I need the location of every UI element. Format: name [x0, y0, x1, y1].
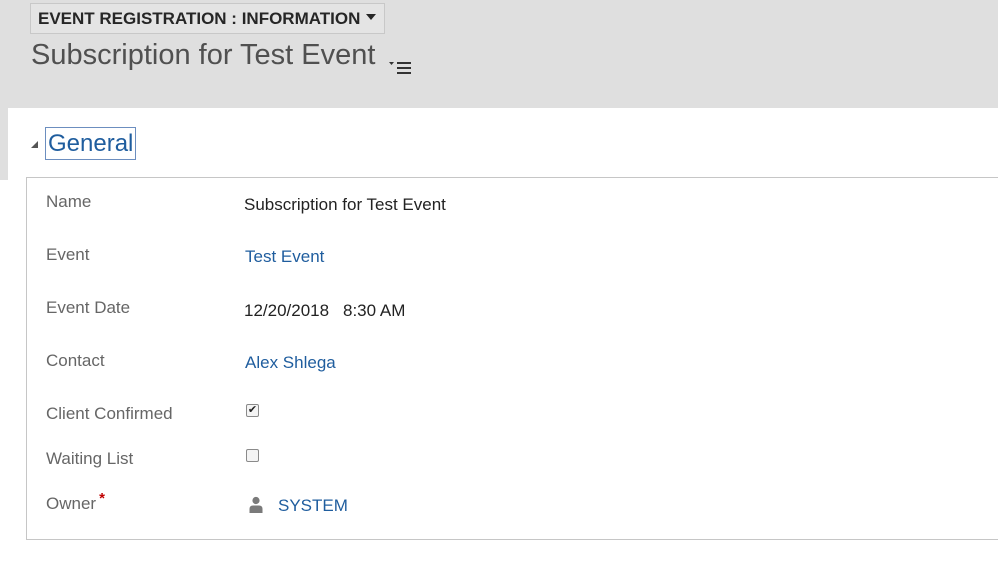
client-confirmed-checkbox[interactable]: ✔ — [246, 404, 259, 417]
field-value-event-time[interactable]: 8:30 AM — [343, 301, 405, 321]
field-label-client-confirmed: Client Confirmed — [46, 404, 173, 423]
form-selector-label: EVENT REGISTRATION : INFORMATION — [38, 8, 361, 28]
section-title-general[interactable]: General — [45, 127, 137, 160]
field-label-owner: Owner * — [46, 490, 105, 514]
user-icon — [249, 496, 263, 513]
form-selector[interactable]: EVENT REGISTRATION : INFORMATION — [30, 3, 386, 34]
section-general-fields — [26, 177, 998, 540]
field-label-event-date: Event Date — [46, 298, 131, 317]
field-label-contact: Contact — [46, 351, 105, 370]
chevron-down-icon — [366, 13, 377, 20]
field-link-contact[interactable]: Alex Shlega — [245, 353, 336, 373]
field-link-owner[interactable]: SYSTEM — [278, 496, 348, 516]
field-label-waiting-list: Waiting List — [46, 449, 134, 468]
section-title-label: General — [48, 129, 134, 157]
record-title: Subscription for Test Event — [31, 39, 412, 74]
field-value-name[interactable]: Subscription for Test Event — [244, 195, 446, 215]
required-indicator: * — [99, 490, 105, 507]
header-strip — [0, 108, 8, 180]
waiting-list-checkbox[interactable] — [246, 449, 259, 462]
owner-label-text: Owner — [46, 494, 97, 513]
field-link-event[interactable]: Test Event — [245, 247, 324, 267]
nav-menu-icon[interactable] — [389, 51, 412, 74]
field-label-name: Name — [46, 192, 92, 211]
field-label-event: Event — [46, 245, 90, 264]
collapse-triangle-icon[interactable] — [31, 141, 38, 148]
record-title-text: Subscription for Test Event — [31, 39, 376, 71]
field-value-event-date[interactable]: 12/20/2018 — [244, 301, 329, 321]
